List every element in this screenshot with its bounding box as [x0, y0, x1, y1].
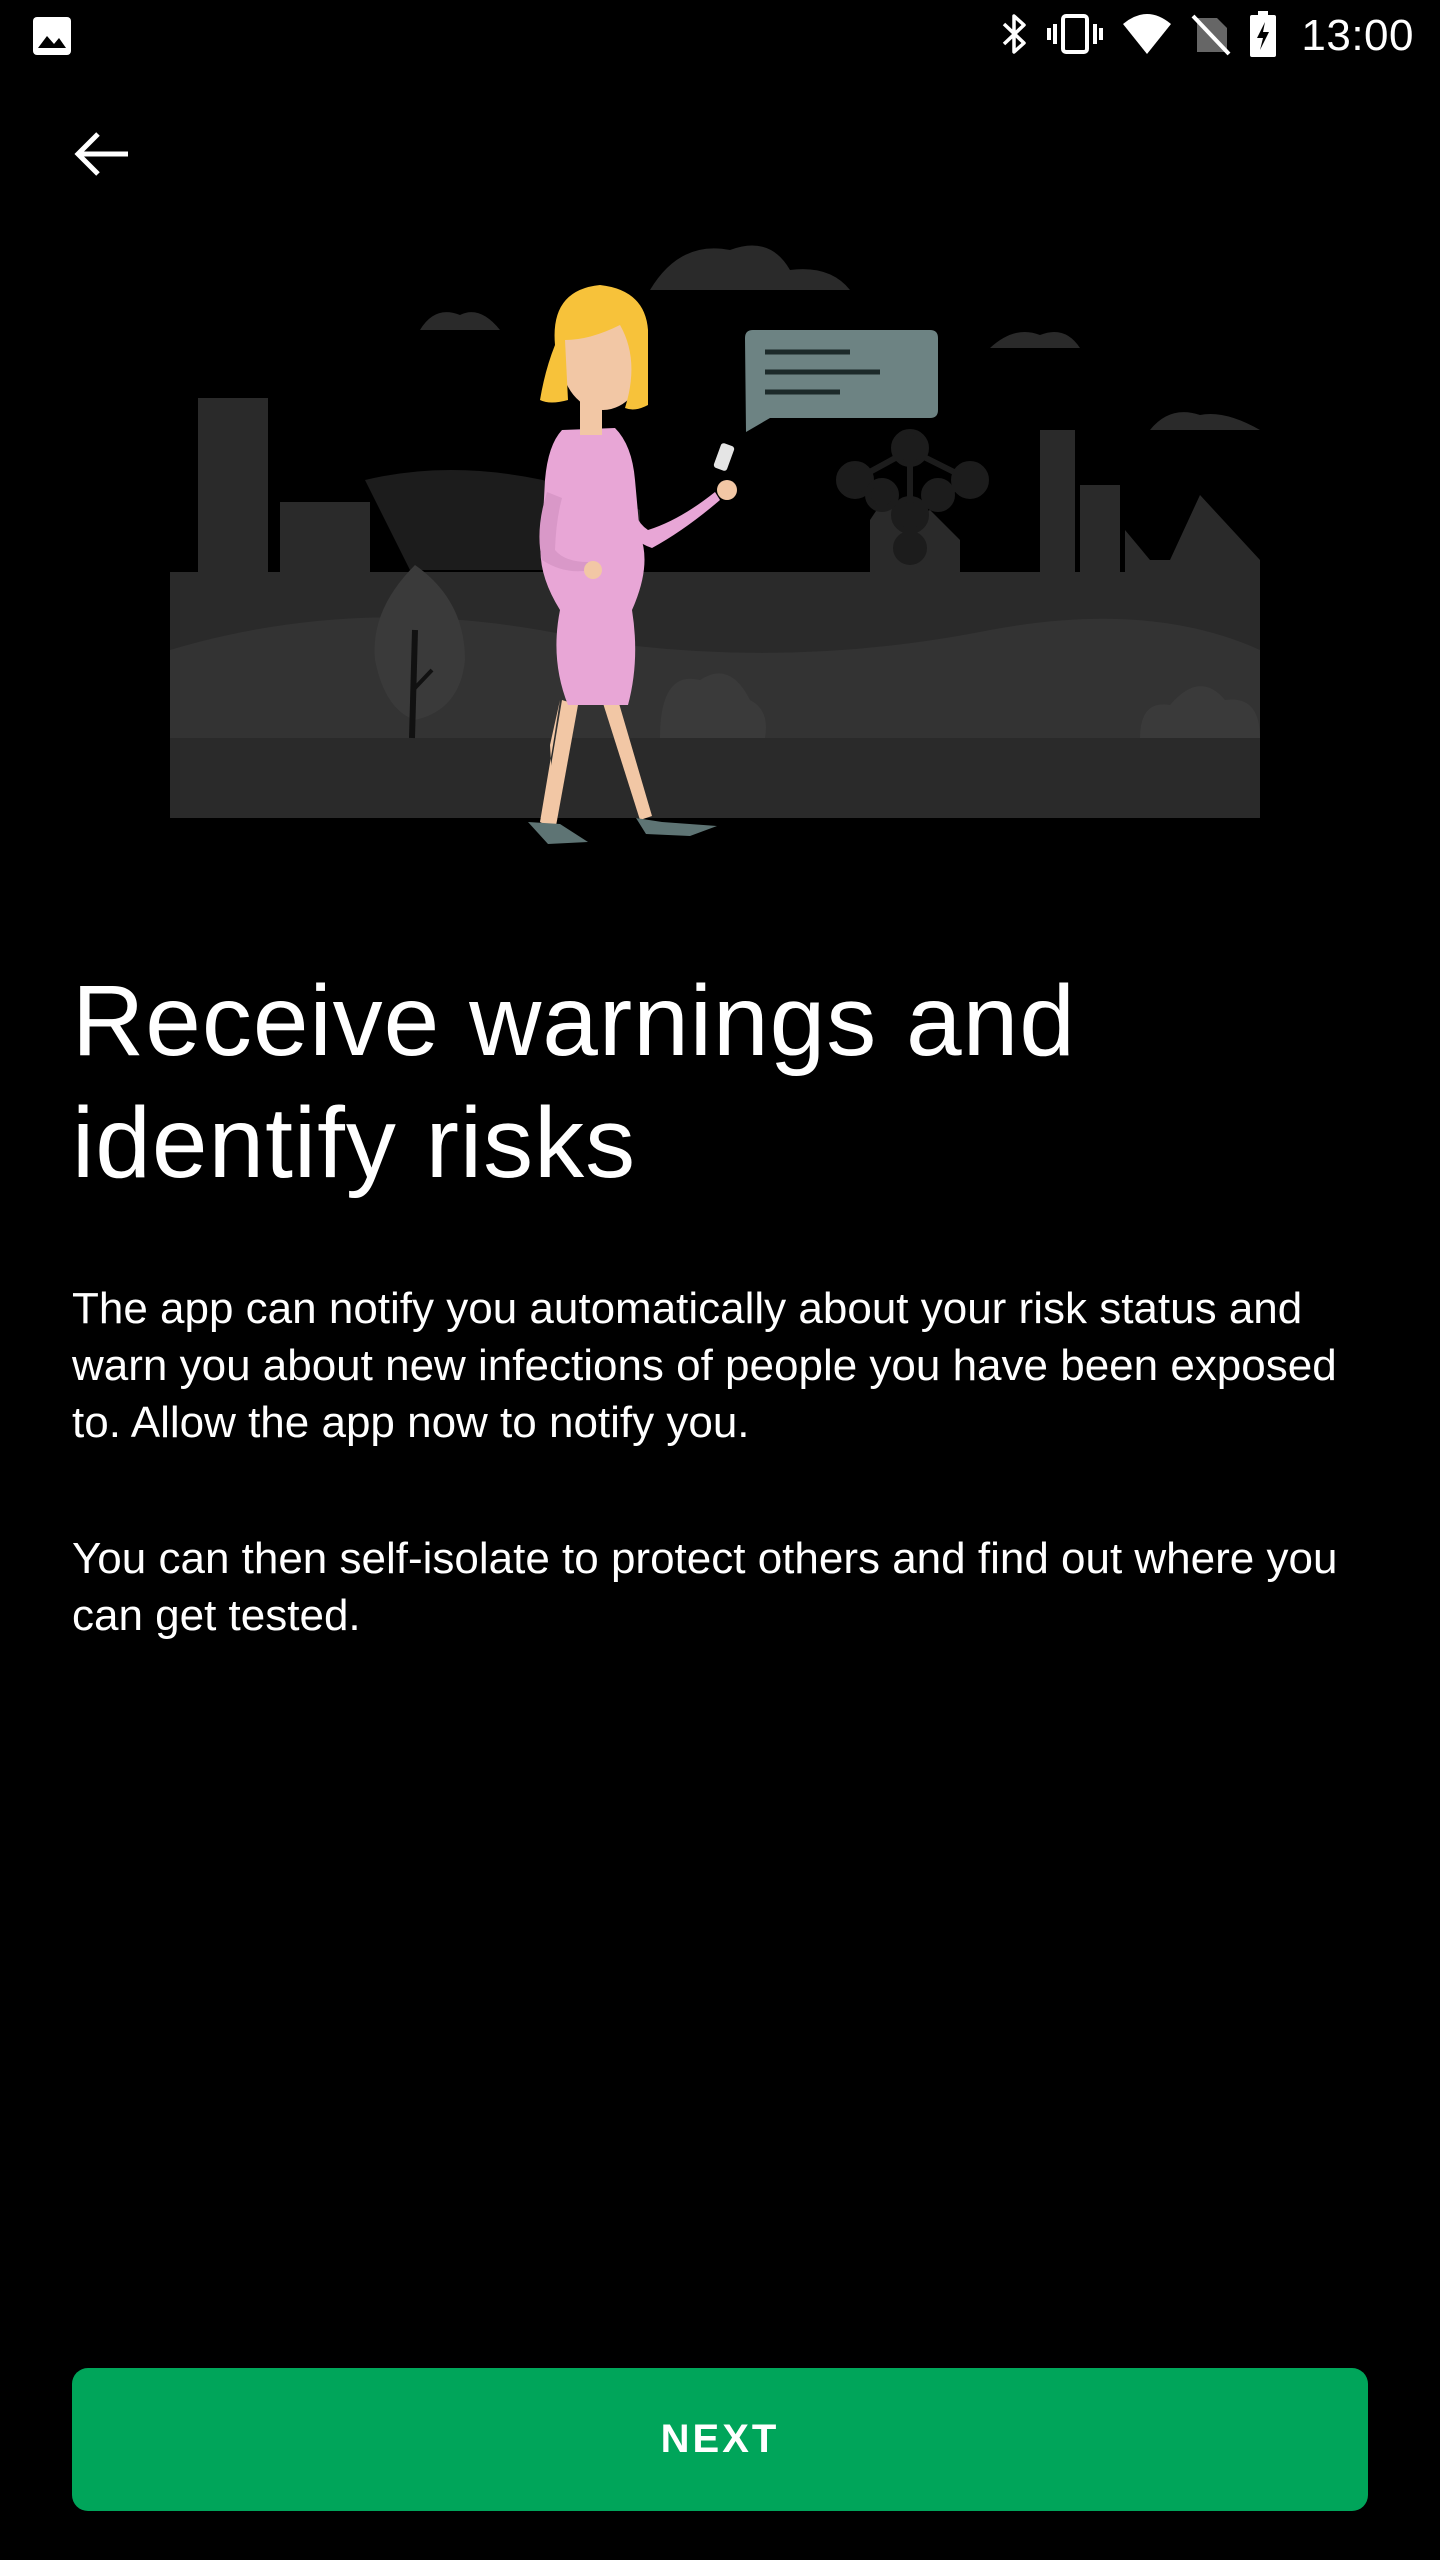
- chat-bubble-icon: [745, 330, 938, 432]
- clock-time: 13:00: [1301, 11, 1414, 60]
- skyline: [170, 398, 1260, 818]
- next-button[interactable]: NEXT: [72, 2368, 1368, 2511]
- battery-charging-icon: [1249, 10, 1277, 63]
- status-icons: 13:00: [999, 0, 1414, 72]
- no-sim-icon: [1191, 12, 1231, 61]
- page-title: Receive warnings and identify risks: [72, 965, 1076, 1199]
- bluetooth-icon: [999, 12, 1029, 61]
- status-bar: 13:00: [0, 0, 1440, 72]
- description-paragraph-2: You can then self-isolate to protect oth…: [72, 1534, 1338, 1640]
- hero-illustration: [170, 230, 1270, 860]
- description-paragraph-1: The app can notify you automatically abo…: [72, 1284, 1337, 1447]
- vibrate-icon: [1047, 12, 1104, 61]
- wifi-icon: [1121, 12, 1173, 61]
- arrow-left-icon: [72, 130, 132, 183]
- image-notification-icon: [32, 16, 72, 61]
- back-button[interactable]: [60, 120, 144, 192]
